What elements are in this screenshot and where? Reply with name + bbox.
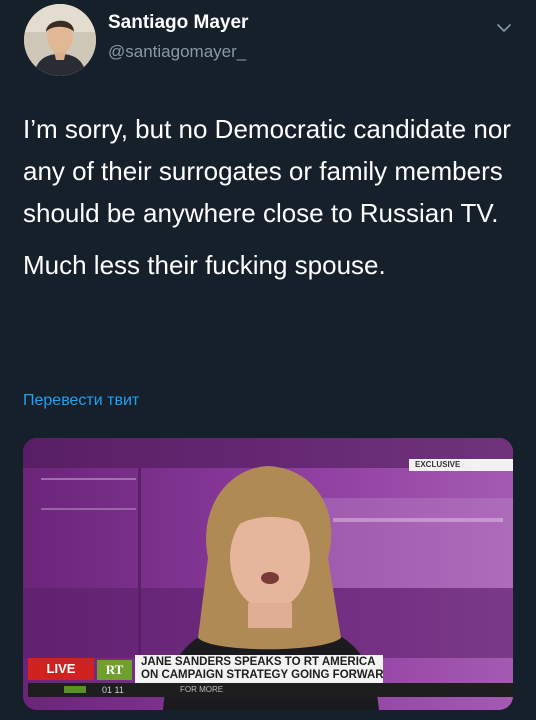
translate-tweet-link[interactable]: Перевести твит (23, 392, 139, 410)
ticker-marker (64, 686, 86, 693)
author-name[interactable]: Santiago Mayer (108, 12, 248, 34)
headline-line: ON CAMPAIGN STRATEGY GOING FORWARD (141, 669, 383, 681)
video-headline: JANE SANDERS SPEAKS TO RT AMERICA ON CAM… (135, 655, 383, 683)
exclusive-tag: EXCLUSIVE (409, 459, 513, 471)
avatar[interactable] (24, 4, 96, 76)
ticker-clock: 01 11 (102, 685, 124, 695)
tweet-media-video[interactable]: EXCLUSIVE LIVE RT JANE SANDERS SPEAKS TO… (23, 438, 513, 710)
author-handle[interactable]: @santiagomayer_ (108, 42, 246, 62)
tweet-paragraph: I’m sorry, but no Democratic candidate n… (23, 114, 511, 228)
ticker-text: FOR MORE (180, 685, 224, 694)
headline-line: JANE SANDERS SPEAKS TO RT AMERICA (141, 656, 376, 668)
tweet-paragraph: Much less their fucking spouse. (23, 250, 386, 280)
live-badge: LIVE (28, 658, 94, 680)
tweet-text: I’m sorry, but no Democratic candidate n… (23, 108, 519, 296)
rt-logo: RT (97, 660, 132, 680)
chevron-down-icon[interactable] (494, 18, 514, 38)
news-ticker: 01 11 FOR MORE (28, 683, 513, 697)
